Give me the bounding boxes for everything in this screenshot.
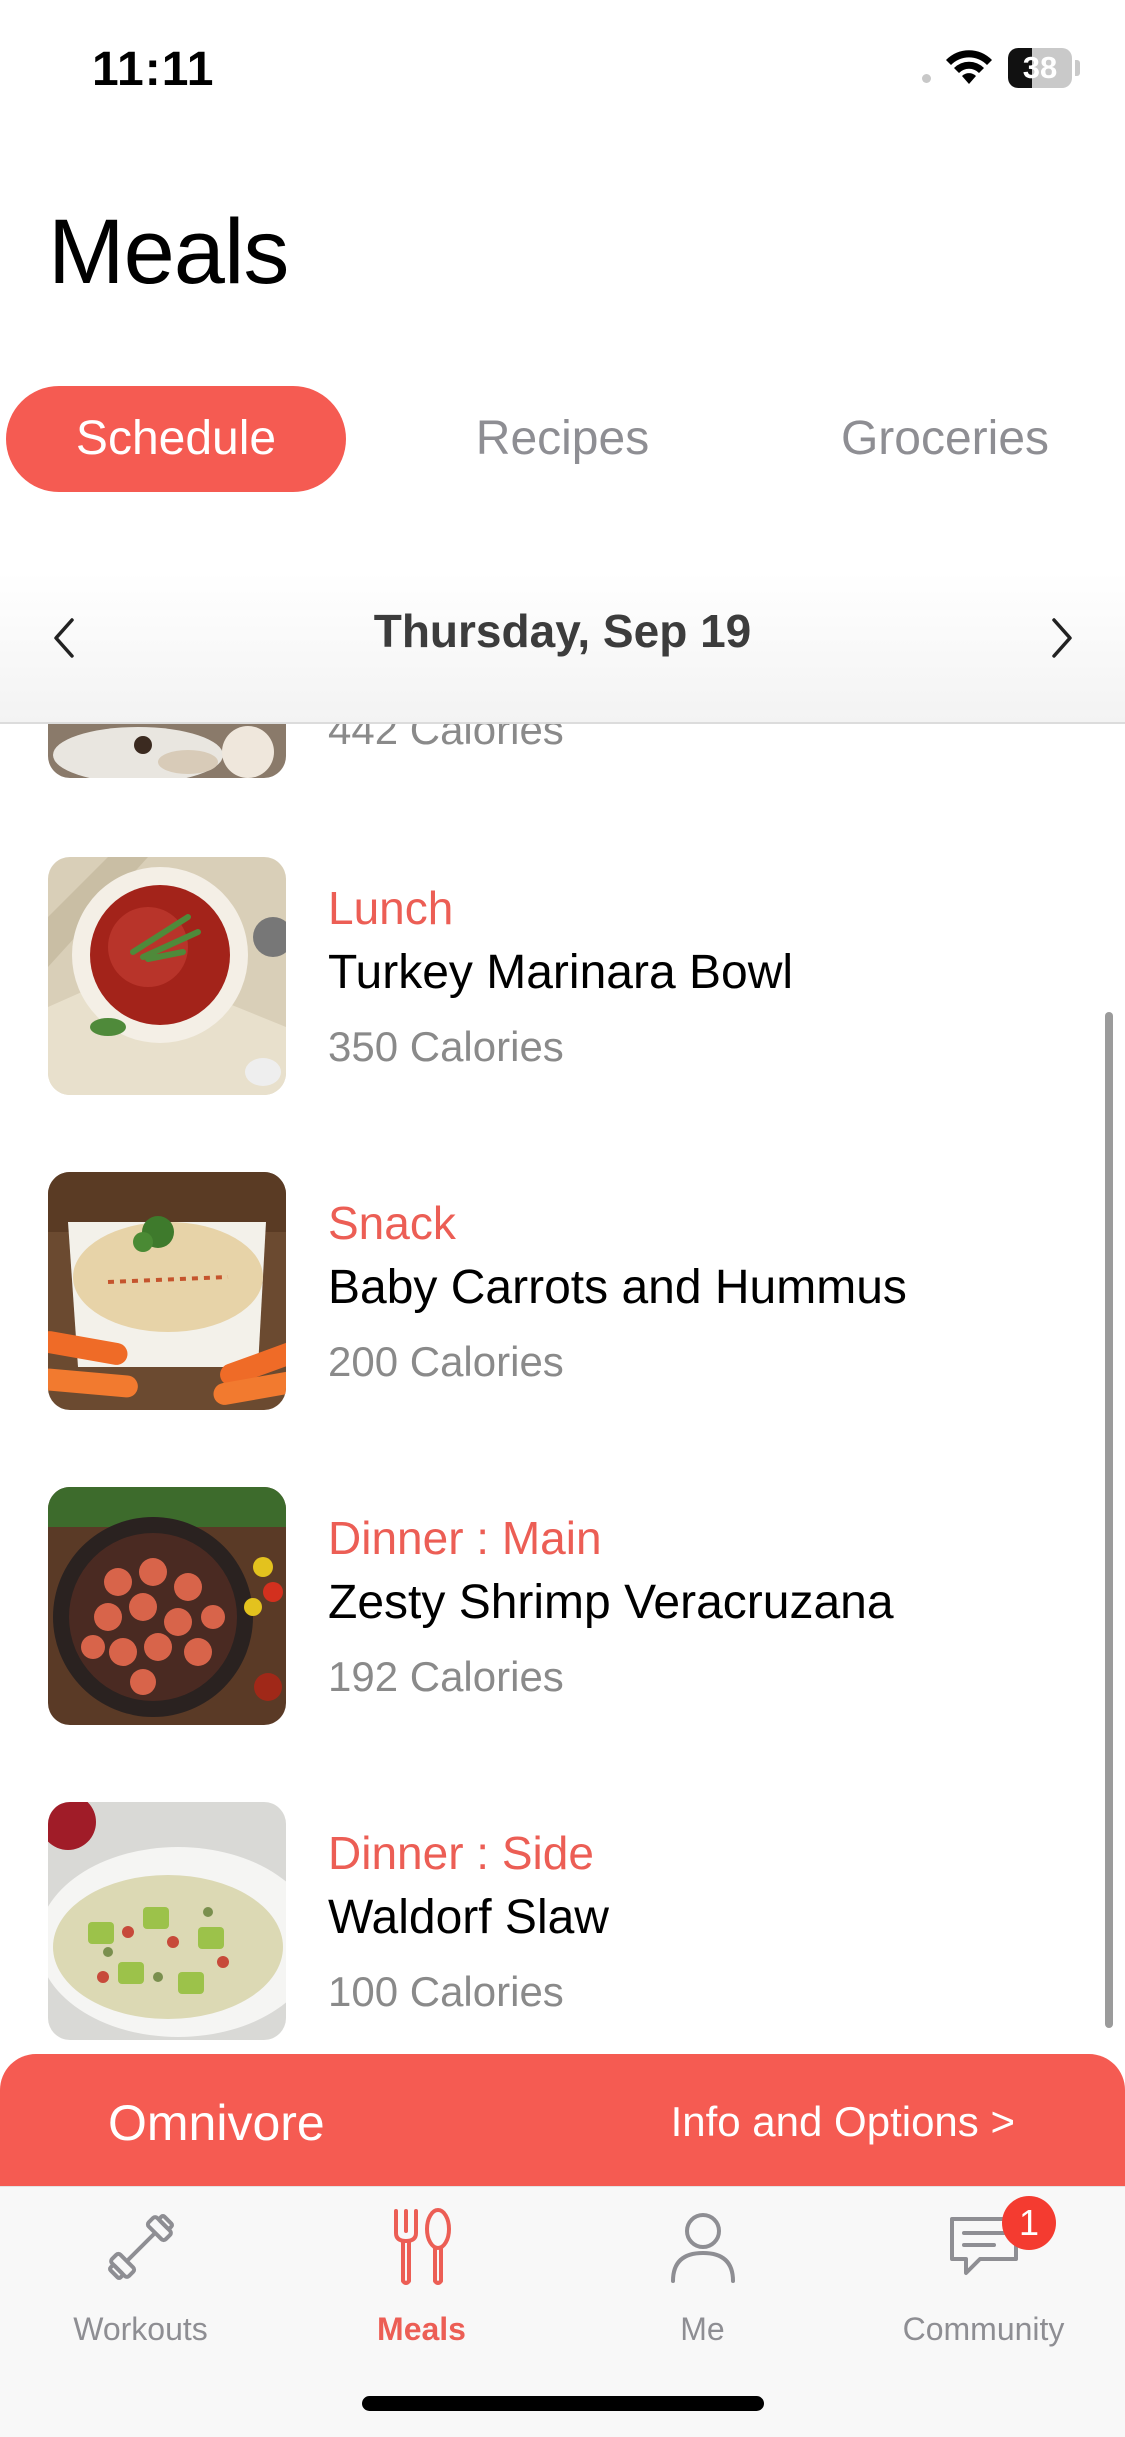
meal-row-dinner-main[interactable]: Dinner : Main Zesty Shrimp Veracruzana 1… <box>0 1487 1125 1727</box>
meal-name: Zesty Shrimp Veracruzana <box>328 1576 894 1629</box>
tab-bar-me[interactable]: Me <box>562 2207 843 2347</box>
chevron-right-icon[interactable] <box>1032 608 1092 668</box>
wifi-icon <box>946 50 992 84</box>
tab-bar-label: Community <box>902 2311 1065 2347</box>
tab-bar-label: Workouts <box>73 2311 208 2347</box>
fork-knife-icon <box>393 2208 451 2285</box>
meal-photo-dinner-side <box>48 1802 286 2040</box>
meal-plan-banner[interactable]: Omnivore Info and Options > <box>0 2054 1125 2186</box>
tab-schedule[interactable]: Schedule <box>6 386 346 492</box>
meal-name: Waldorf Slaw <box>328 1891 609 1944</box>
meal-plan-name: Omnivore <box>108 2095 325 2151</box>
tab-bar-label: Me <box>680 2311 725 2347</box>
tab-groceries[interactable]: Groceries <box>800 386 1090 492</box>
meal-type: Lunch <box>328 882 454 934</box>
info-and-options-link[interactable]: Info and Options > <box>671 2098 1015 2146</box>
meal-row-dinner-side[interactable]: Dinner : Side Waldorf Slaw 100 Calories <box>0 1802 1125 2042</box>
meal-name: Turkey Marinara Bowl <box>328 946 794 999</box>
dumbbell-icon <box>107 2214 174 2280</box>
meal-photo-snack <box>48 1172 286 1410</box>
tab-bar-workouts[interactable]: Workouts <box>0 2207 281 2347</box>
home-indicator[interactable] <box>362 2396 764 2411</box>
meal-photo-breakfast <box>48 722 286 778</box>
meal-calories: 200 Calories <box>328 1338 564 1385</box>
page-title: Meals <box>48 201 289 303</box>
meal-row-lunch[interactable]: Lunch Turkey Marinara Bowl 350 Calories <box>0 857 1125 1097</box>
tab-bar-community[interactable]: Community <box>843 2207 1124 2347</box>
tab-bar-label: Meals <box>377 2311 466 2347</box>
date-label: Thursday, Sep 19 <box>373 605 752 657</box>
meal-calories: 350 Calories <box>328 1023 564 1070</box>
person-icon <box>670 2213 735 2283</box>
battery-cap <box>1075 60 1080 76</box>
meal-list[interactable]: 442 Calories Lunch Turkey Marinara Bowl … <box>0 722 1125 2054</box>
meal-calories: 192 Calories <box>328 1653 564 1700</box>
meal-row[interactable]: 442 Calories <box>0 722 1125 780</box>
date-navigator: Thursday, Sep 19 <box>0 572 1125 724</box>
status-bar: 11:11 38 <box>0 0 1125 140</box>
recording-dot-icon <box>922 74 931 83</box>
meal-type: Dinner : Side <box>328 1827 594 1879</box>
notification-badge: 1 <box>1002 2196 1056 2250</box>
battery-icon: 38 <box>1008 48 1072 88</box>
meal-type: Dinner : Main <box>328 1512 602 1564</box>
status-time: 11:11 <box>92 43 215 96</box>
meal-row-snack[interactable]: Snack Baby Carrots and Hummus 200 Calori… <box>0 1172 1125 1412</box>
meal-name: Baby Carrots and Hummus <box>328 1261 907 1314</box>
meal-calories: 442 Calories <box>328 722 564 753</box>
scrollbar[interactable] <box>1105 1012 1113 2028</box>
tab-bar-meals[interactable]: Meals <box>281 2207 562 2347</box>
tab-recipes[interactable]: Recipes <box>430 386 695 492</box>
meal-calories: 100 Calories <box>328 1968 564 2015</box>
battery-level: 38 <box>1022 50 1058 85</box>
meal-type: Snack <box>328 1197 456 1249</box>
meal-photo-lunch <box>48 857 286 1095</box>
meal-photo-dinner-main <box>48 1487 286 1725</box>
